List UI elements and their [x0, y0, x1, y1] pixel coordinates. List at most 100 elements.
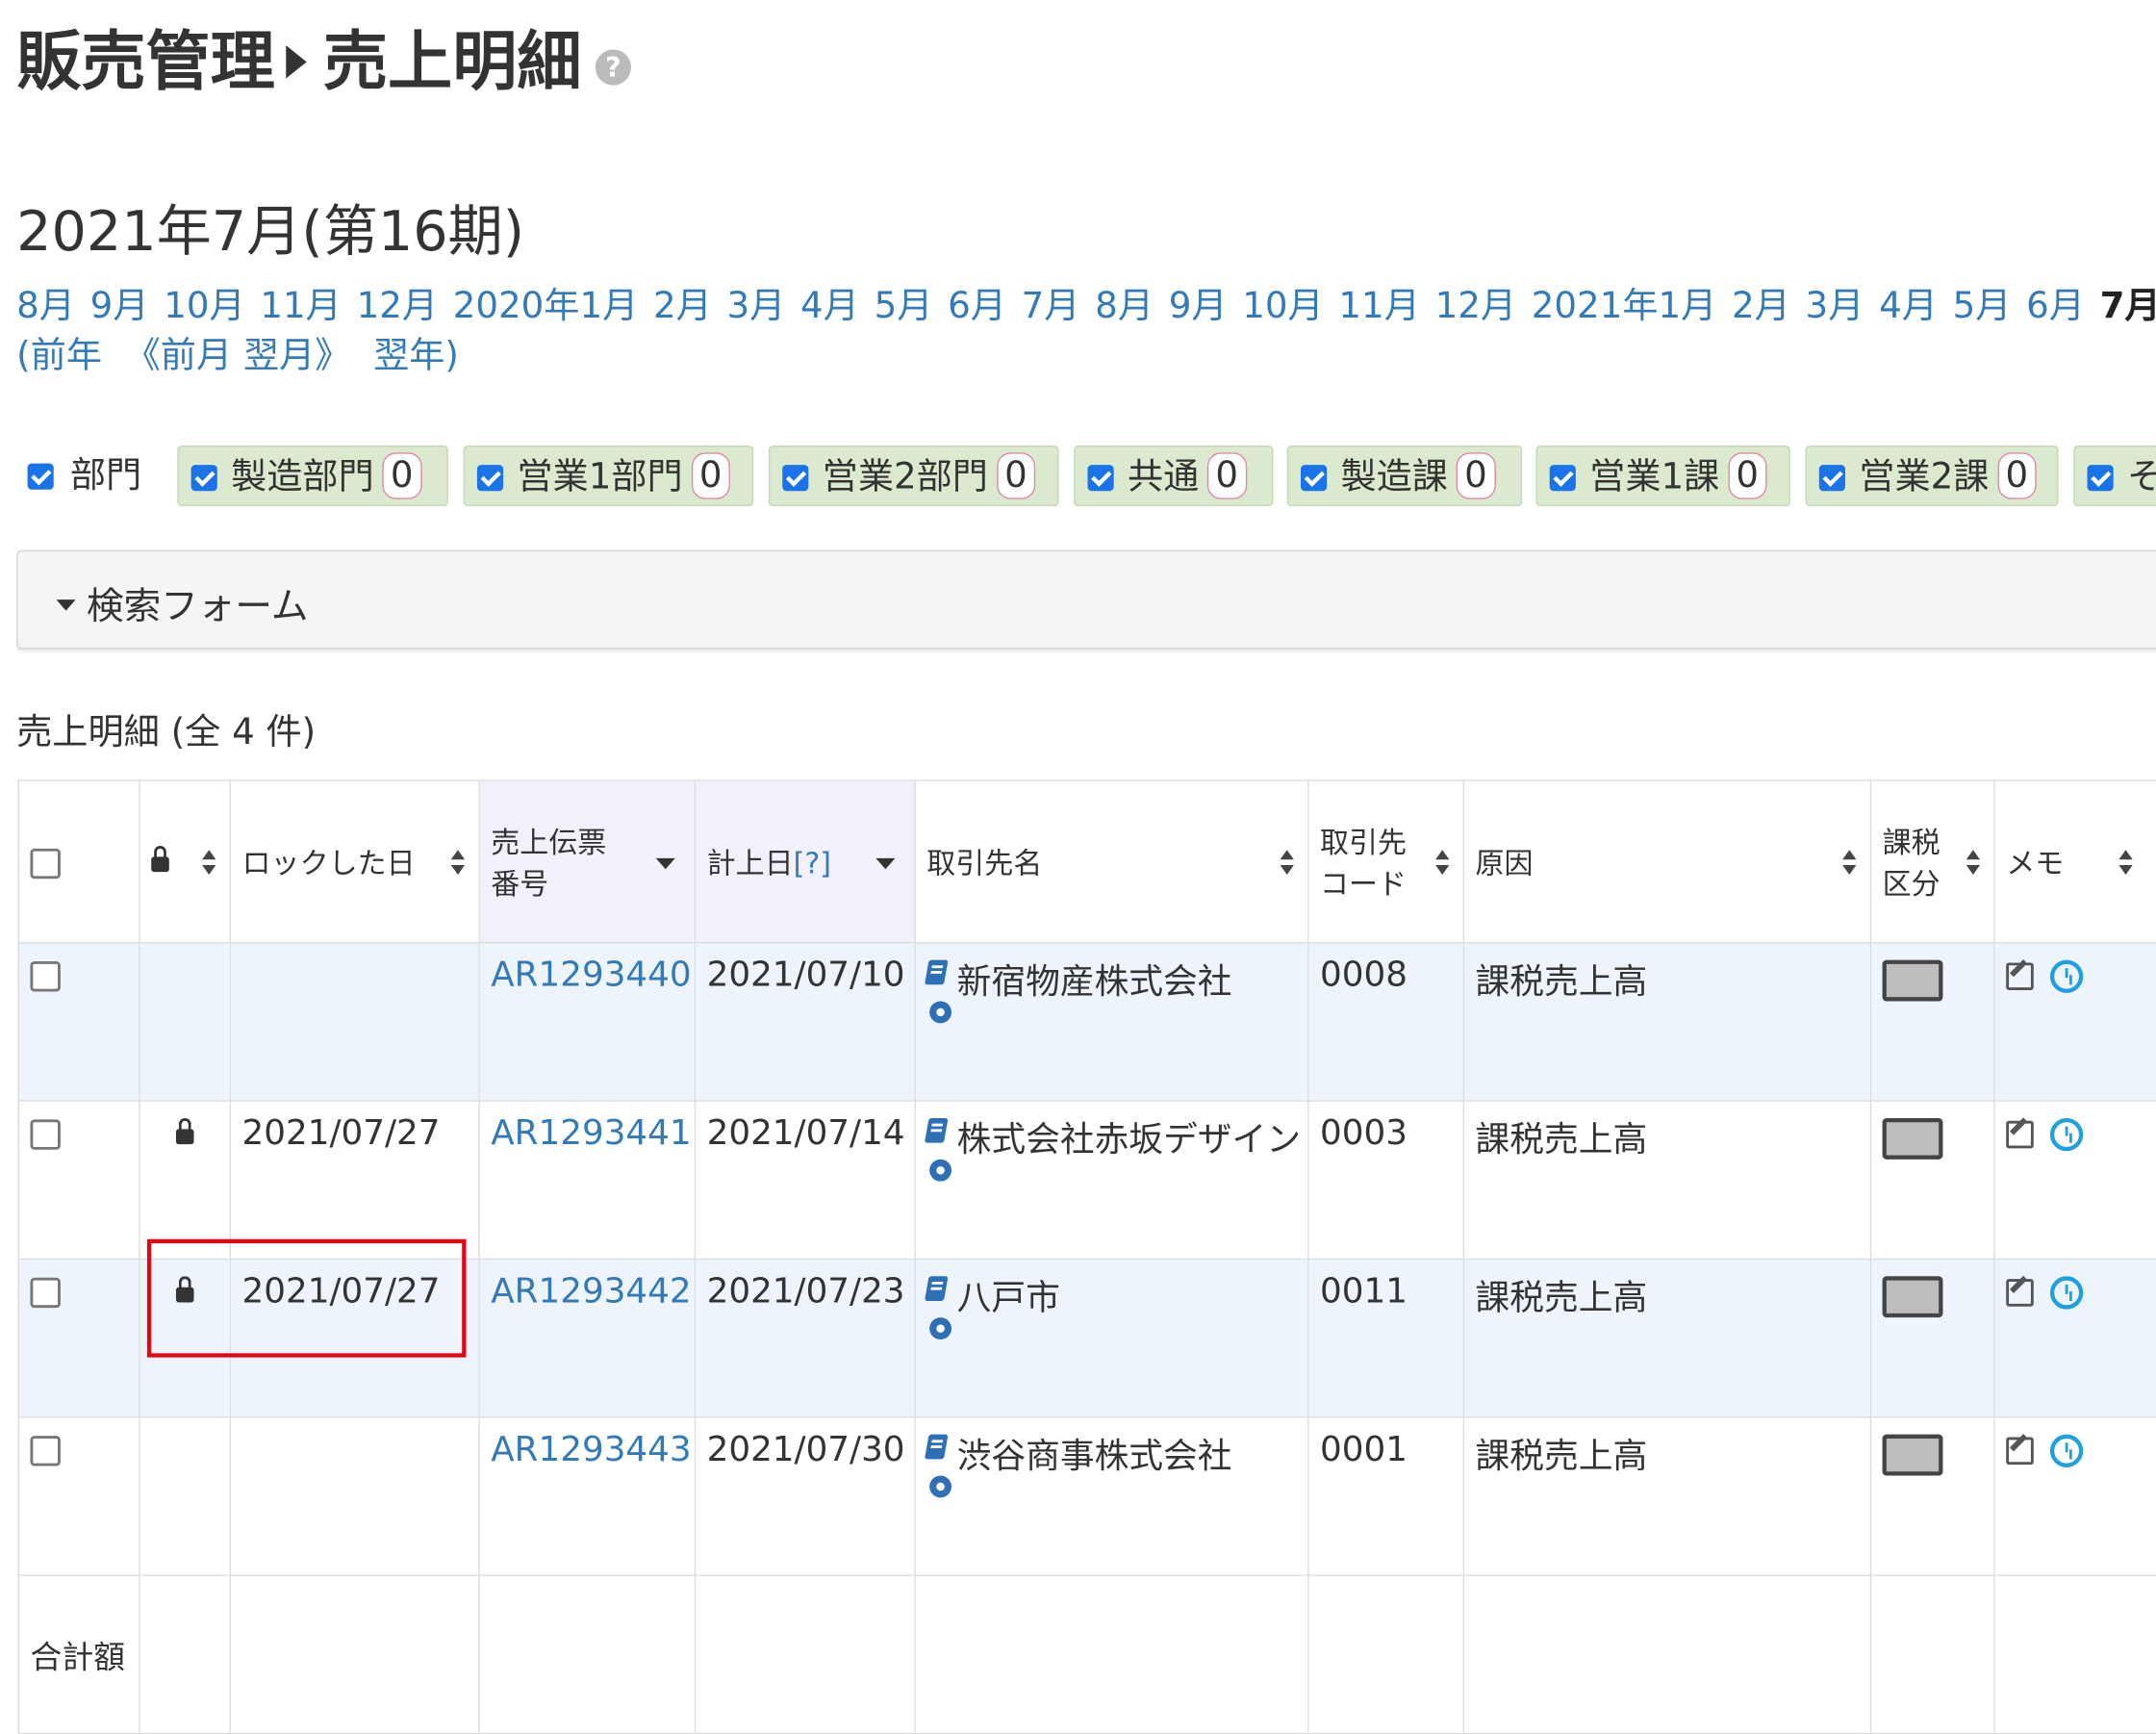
record-date-help-link[interactable]: [?]: [794, 847, 831, 880]
department-all-toggle[interactable]: 部門: [27, 446, 142, 506]
month-link[interactable]: 6月: [2026, 286, 2085, 327]
month-link[interactable]: 2020年1月: [453, 286, 639, 327]
month-link[interactable]: 5月: [1953, 286, 2012, 327]
month-link[interactable]: 5月: [875, 286, 933, 327]
month-link[interactable]: 12月: [1435, 286, 1516, 327]
customer-name-column-header[interactable]: 取引先名: [914, 779, 1309, 944]
month-link[interactable]: 3月: [1806, 286, 1864, 327]
department-chip[interactable]: 製造部門 0: [177, 446, 448, 506]
memo-column-header[interactable]: メモ: [1993, 779, 2156, 944]
edit-icon[interactable]: [2006, 962, 2034, 991]
next-month-link[interactable]: 翌月》: [243, 336, 350, 377]
edit-icon[interactable]: [2006, 1120, 2034, 1149]
month-link[interactable]: 3月: [727, 286, 786, 327]
month-link[interactable]: 8月: [16, 286, 75, 327]
prev-year-link[interactable]: 前年: [31, 336, 102, 377]
month-link[interactable]: 4月: [1879, 286, 1938, 327]
lock-cell: [139, 1416, 232, 1576]
month-link[interactable]: 10月: [1242, 286, 1323, 327]
customer-code-column-header[interactable]: 取引先 コード: [1307, 779, 1465, 944]
sort-icon[interactable]: [1435, 849, 1450, 875]
breadcrumb-arrow-icon: [286, 44, 307, 78]
slip-number-link[interactable]: AR1293442: [491, 1271, 691, 1311]
month-link[interactable]: 6月: [948, 286, 1006, 327]
edit-icon[interactable]: [2006, 1279, 2034, 1307]
department-count-badge: 0: [382, 451, 422, 499]
sort-icon[interactable]: [1966, 849, 1981, 875]
department-chip[interactable]: そ: [2073, 446, 2156, 506]
month-link[interactable]: 2021年1月: [1532, 286, 1717, 327]
clock-icon[interactable]: [2049, 1117, 2084, 1152]
checkbox-checked-icon[interactable]: [476, 465, 504, 492]
checkbox-checked-icon[interactable]: [1087, 465, 1114, 492]
edit-icon[interactable]: [2006, 1437, 2034, 1466]
gear-icon[interactable]: [929, 1001, 952, 1024]
tax-category-icon: [1882, 1117, 1943, 1160]
question-circle-icon[interactable]: ?: [595, 48, 632, 85]
customer-code-cell: 0011: [1307, 1258, 1465, 1418]
department-count-badge: 0: [691, 451, 731, 499]
month-link[interactable]: 12月: [357, 286, 438, 327]
next-year-link[interactable]: 翌年: [373, 336, 444, 377]
locked-date-column-header[interactable]: ロックした日: [229, 779, 480, 944]
department-chip[interactable]: 製造課 0: [1286, 446, 1523, 506]
sort-icon[interactable]: [202, 849, 216, 875]
row-checkbox[interactable]: [30, 961, 61, 992]
cause-column-header[interactable]: 原因: [1462, 779, 1872, 944]
month-link[interactable]: 4月: [800, 286, 859, 327]
month-link[interactable]: 9月: [90, 286, 149, 327]
book-icon[interactable]: [925, 1276, 949, 1302]
checkbox-checked-icon[interactable]: [2087, 465, 2114, 492]
sort-icon[interactable]: [1280, 849, 1294, 875]
clock-icon[interactable]: [2049, 1434, 2084, 1467]
tax-category-column-header[interactable]: 課税 区分: [1869, 779, 1995, 944]
sort-icon[interactable]: [1842, 849, 1857, 875]
checkbox-checked-icon[interactable]: [1549, 465, 1576, 492]
slip-number-link[interactable]: AR1293443: [491, 1429, 691, 1468]
slip-number-link[interactable]: AR1293441: [491, 1112, 691, 1152]
sort-icon[interactable]: [2118, 849, 2133, 875]
department-chip[interactable]: 営業1課 0: [1535, 446, 1790, 506]
month-link[interactable]: 2月: [653, 286, 712, 327]
month-link[interactable]: 9月: [1169, 286, 1228, 327]
sort-icon[interactable]: [450, 849, 466, 875]
book-icon[interactable]: [925, 959, 949, 985]
clock-icon[interactable]: [2049, 959, 2084, 993]
prev-month-link[interactable]: 《前月: [125, 336, 232, 377]
checkbox-checked-icon[interactable]: [190, 465, 217, 492]
lock-cell: [139, 1100, 232, 1261]
row-checkbox[interactable]: [30, 1119, 61, 1150]
sort-desc-icon[interactable]: [875, 857, 896, 869]
checkbox-checked-icon[interactable]: [27, 463, 54, 490]
row-checkbox[interactable]: [30, 1436, 61, 1466]
checkbox-checked-icon[interactable]: [782, 465, 809, 492]
gear-icon[interactable]: [929, 1475, 952, 1498]
department-chip[interactable]: 営業1部門 0: [463, 446, 754, 506]
sort-desc-icon[interactable]: [655, 857, 675, 869]
select-all-checkbox[interactable]: [30, 848, 61, 879]
book-icon[interactable]: [925, 1434, 949, 1460]
checkbox-checked-icon[interactable]: [1818, 465, 1845, 492]
month-link[interactable]: 8月: [1095, 286, 1154, 327]
record-date-column-header[interactable]: 計上日[?]: [694, 779, 916, 944]
gear-icon[interactable]: [929, 1159, 952, 1182]
month-link[interactable]: 7月: [2100, 286, 2156, 327]
book-icon[interactable]: [925, 1117, 949, 1143]
month-link[interactable]: 11月: [1338, 286, 1419, 327]
month-link[interactable]: 10月: [164, 286, 244, 327]
row-checkbox[interactable]: [30, 1277, 61, 1309]
department-chip[interactable]: 営業2部門 0: [768, 446, 1059, 506]
search-form-toggle[interactable]: 検索フォーム: [16, 549, 2156, 650]
department-chip[interactable]: 営業2課 0: [1805, 446, 2059, 506]
gear-icon[interactable]: [929, 1317, 952, 1340]
month-link[interactable]: 7月: [1022, 286, 1080, 327]
checkbox-checked-icon[interactable]: [1301, 465, 1328, 492]
slip-number-link[interactable]: AR1293440: [491, 955, 691, 994]
department-chip[interactable]: 共通 0: [1074, 446, 1274, 506]
lock-column-header[interactable]: [139, 779, 232, 944]
clock-icon[interactable]: [2049, 1276, 2084, 1310]
month-link[interactable]: 2月: [1732, 286, 1790, 327]
slip-number-column-header[interactable]: 売上伝票 番号: [478, 779, 697, 944]
month-link[interactable]: 11月: [260, 286, 341, 327]
department-count-badge: 0: [996, 451, 1036, 499]
